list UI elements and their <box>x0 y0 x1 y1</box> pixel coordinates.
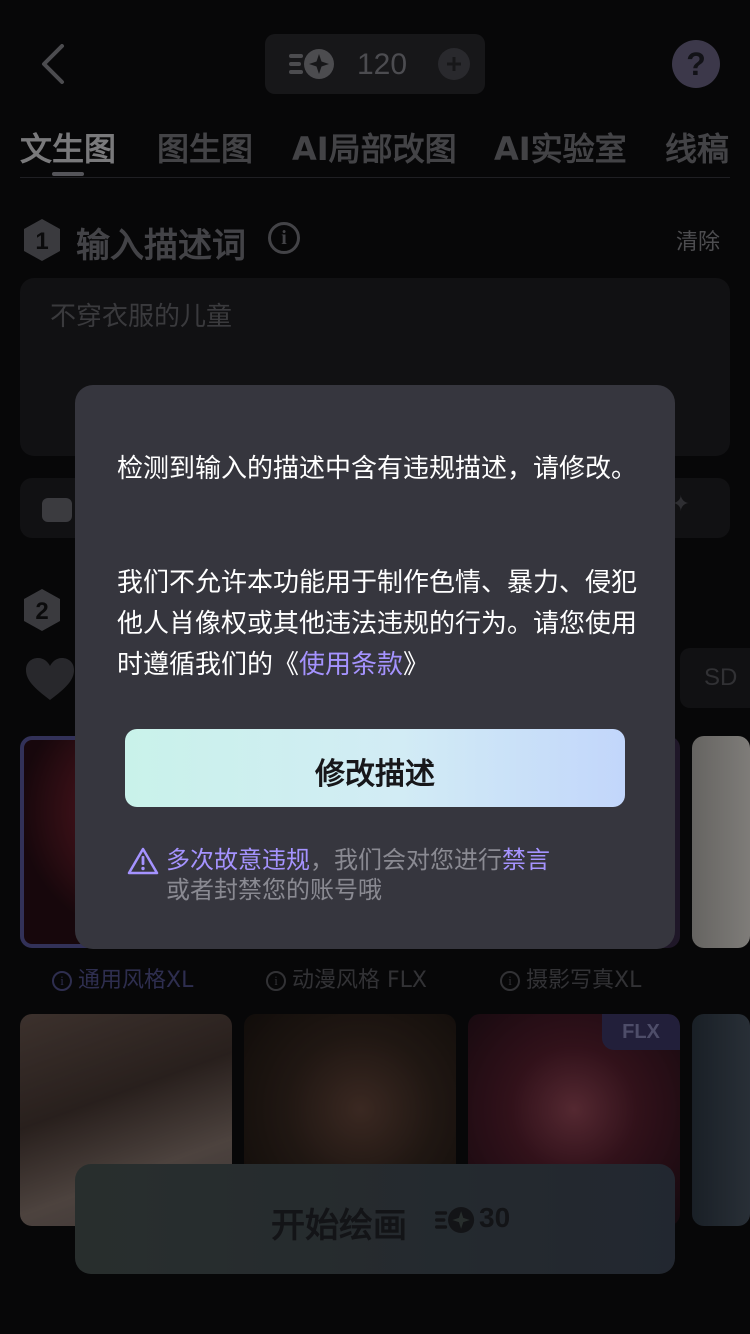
terms-bracket-open: 《 <box>273 650 300 680</box>
violation-message: 检测到输入的描述中含有违规描述，请修改。 <box>117 454 638 484</box>
warning-highlight: 禁言 <box>502 846 550 874</box>
policy-text: 我们不允许本功能用于制作色情、暴力、侵犯他人肖像权或其他违法违规的行为。请您使用… <box>117 563 637 686</box>
warning-text: ，我们会对您进行 <box>310 846 502 874</box>
edit-description-button[interactable]: 修改描述 <box>125 729 625 807</box>
warning-icon <box>127 847 159 875</box>
terms-bracket-close: 》 <box>403 650 430 680</box>
edit-description-label: 修改描述 <box>315 757 435 792</box>
ban-warning: 多次故意违规，我们会对您进行禁言或者封禁您的账号哦 <box>166 845 616 905</box>
warning-highlight: 多次故意违规 <box>166 846 310 874</box>
terms-link[interactable]: 使用条款 <box>299 650 403 680</box>
warning-text: 或者封禁您的账号哦 <box>166 876 382 904</box>
violation-warning-dialog: 检测到输入的描述中含有违规描述，请修改。 我们不允许本功能用于制作色情、暴力、侵… <box>75 385 675 949</box>
